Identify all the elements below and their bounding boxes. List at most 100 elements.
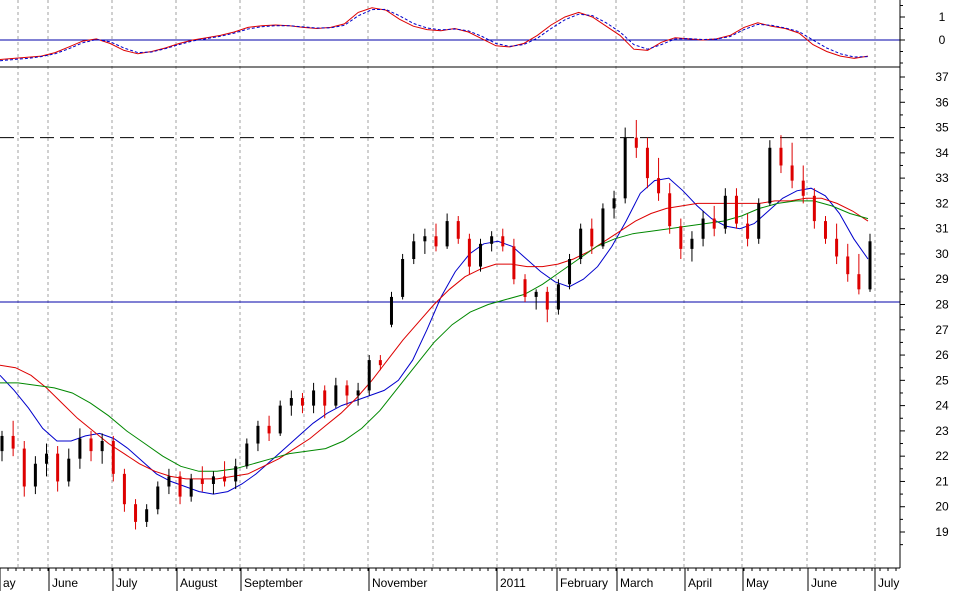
x-month-label: July bbox=[116, 576, 137, 590]
y-tick-label: 23 bbox=[935, 424, 949, 438]
candle-body bbox=[846, 256, 850, 275]
candle-body bbox=[178, 476, 182, 497]
candle-body bbox=[245, 443, 249, 467]
y-tick-label: 19 bbox=[935, 525, 949, 539]
candle bbox=[579, 223, 583, 265]
candle-body bbox=[479, 243, 483, 267]
candle-body bbox=[579, 228, 583, 259]
x-month-label: November bbox=[372, 576, 427, 590]
candle bbox=[278, 400, 282, 436]
candle-body bbox=[289, 398, 293, 406]
candle-body bbox=[857, 274, 861, 290]
x-month-label: 2011 bbox=[500, 576, 526, 590]
candle-body bbox=[501, 236, 505, 247]
x-month-label: ay bbox=[3, 576, 16, 590]
candle-body bbox=[267, 425, 271, 434]
y-tick-label: 32 bbox=[935, 196, 949, 210]
y-tick-label: 28 bbox=[935, 298, 949, 312]
y-tick-label: 1 bbox=[939, 10, 946, 24]
candle-body bbox=[89, 438, 93, 452]
candle-body bbox=[790, 165, 794, 181]
candle-body bbox=[801, 180, 805, 196]
candle-body bbox=[779, 147, 783, 166]
y-tick-label: 30 bbox=[935, 247, 949, 261]
candle-body bbox=[734, 195, 738, 224]
candle-body bbox=[634, 137, 638, 148]
candle-body bbox=[823, 221, 827, 239]
candle-body bbox=[590, 228, 594, 247]
candle-body bbox=[556, 284, 560, 310]
candle-body bbox=[712, 218, 716, 229]
candle-body bbox=[223, 476, 227, 482]
candle-body bbox=[345, 385, 349, 396]
y-tick-label: 22 bbox=[935, 449, 949, 463]
stock-chart: 1 0 37 36 35 34 33 32 31 30 29 28 27 26 25 24 23 22 21 20 19… bbox=[0, 0, 956, 591]
candle-body bbox=[256, 425, 260, 444]
candle-body bbox=[367, 360, 371, 391]
candle-body bbox=[768, 147, 772, 204]
candle-body bbox=[33, 463, 37, 487]
candle bbox=[623, 127, 627, 204]
chart-background bbox=[0, 0, 956, 591]
candle-body bbox=[356, 390, 360, 396]
candle-body bbox=[545, 291, 549, 310]
candle bbox=[367, 355, 371, 396]
x-month-label: June bbox=[52, 576, 78, 590]
y-tick-label: 34 bbox=[935, 146, 949, 160]
candle bbox=[768, 140, 772, 206]
candle-body bbox=[56, 453, 60, 482]
candle-body bbox=[434, 236, 438, 247]
candle-body bbox=[668, 193, 672, 227]
candle-body bbox=[134, 504, 138, 522]
y-tick-label: 21 bbox=[935, 474, 949, 488]
candle-body bbox=[378, 360, 382, 366]
y-tick-label: 20 bbox=[935, 500, 949, 514]
candle-body bbox=[211, 476, 215, 484]
candle-body bbox=[122, 473, 126, 505]
candle-body bbox=[645, 147, 649, 179]
y-tick-label: 37 bbox=[935, 70, 949, 84]
candle-body bbox=[167, 476, 171, 487]
candle bbox=[401, 253, 405, 300]
y-tick-label: 29 bbox=[935, 272, 949, 286]
candle-body bbox=[22, 448, 26, 487]
candle bbox=[556, 279, 560, 315]
x-month-label: March bbox=[620, 576, 653, 590]
candle-body bbox=[100, 441, 104, 452]
y-tick-label: 35 bbox=[935, 121, 949, 135]
candle-body bbox=[757, 203, 761, 239]
candle-body bbox=[456, 221, 460, 239]
x-month-label: August bbox=[180, 576, 218, 590]
candle bbox=[757, 198, 761, 244]
y-tick-label: 0 bbox=[939, 33, 946, 47]
candle-body bbox=[234, 466, 238, 482]
x-month-label: July bbox=[878, 576, 899, 590]
y-tick-label: 31 bbox=[935, 222, 949, 236]
candle-body bbox=[445, 221, 449, 247]
candle-body bbox=[334, 385, 338, 406]
y-tick-label: 33 bbox=[935, 171, 949, 185]
candle-body bbox=[601, 208, 605, 247]
candle-body bbox=[523, 279, 527, 297]
candle-body bbox=[612, 198, 616, 209]
candle-body bbox=[11, 435, 15, 449]
candle-body bbox=[467, 238, 471, 267]
candle-body bbox=[412, 241, 416, 259]
x-month-label: September bbox=[244, 576, 303, 590]
candle-body bbox=[45, 453, 49, 464]
candle-body bbox=[423, 236, 427, 242]
y-tick-label: 36 bbox=[935, 95, 949, 109]
candle bbox=[601, 203, 605, 249]
candle bbox=[868, 233, 872, 292]
candle bbox=[389, 291, 393, 328]
candle-body bbox=[868, 241, 872, 290]
y-tick-label: 26 bbox=[935, 348, 949, 362]
candle-body bbox=[657, 178, 661, 194]
candle-body bbox=[534, 291, 538, 297]
candle-body bbox=[835, 238, 839, 257]
y-tick-label: 27 bbox=[935, 323, 949, 337]
y-tick-label: 24 bbox=[935, 399, 949, 413]
candle-body bbox=[679, 226, 683, 249]
candle-body bbox=[490, 236, 494, 244]
candle-body bbox=[67, 458, 71, 482]
